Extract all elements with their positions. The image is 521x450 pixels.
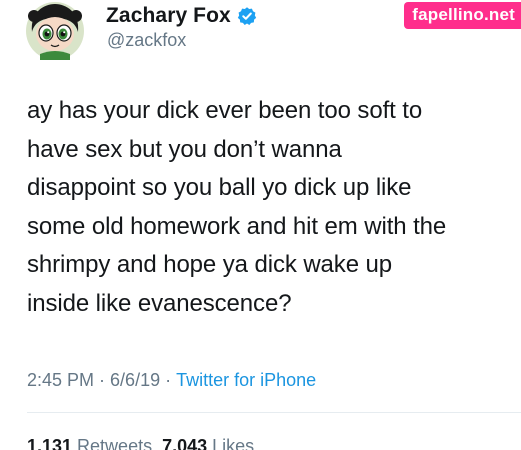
divider	[27, 412, 521, 413]
likes-count[interactable]: 7,043	[162, 436, 207, 450]
powerpuff-girl-avatar-icon	[26, 2, 84, 60]
tweet-date[interactable]: 6/6/19	[110, 370, 160, 391]
tweet-text: ay has your dick ever been too soft to h…	[27, 97, 447, 317]
tweet-time[interactable]: 2:45 PM	[27, 370, 94, 391]
verified-badge-icon	[237, 7, 256, 25]
user-handle[interactable]: @zackfox	[107, 30, 186, 51]
retweets-count[interactable]: 1,131	[27, 436, 72, 450]
avatar[interactable]	[26, 2, 84, 60]
retweets-label[interactable]: Retweets	[77, 436, 152, 450]
tweet-card: Zachary Fox @zackfox fapellino.net ay ha…	[0, 0, 521, 450]
meta-separator: ·	[160, 370, 177, 390]
tweet-meta: 2:45 PM · 6/6/19 · Twitter for iPhone	[27, 370, 316, 391]
likes-label[interactable]: Likes	[212, 436, 254, 450]
name-row: Zachary Fox	[106, 2, 257, 30]
watermark: fapellino.net	[404, 2, 521, 29]
tweet-source-link[interactable]: Twitter for iPhone	[176, 370, 316, 391]
tweet-stats: 1,131 Retweets 7,043 Likes	[27, 436, 264, 450]
display-name[interactable]: Zachary Fox	[106, 4, 231, 28]
meta-separator: ·	[94, 370, 111, 390]
